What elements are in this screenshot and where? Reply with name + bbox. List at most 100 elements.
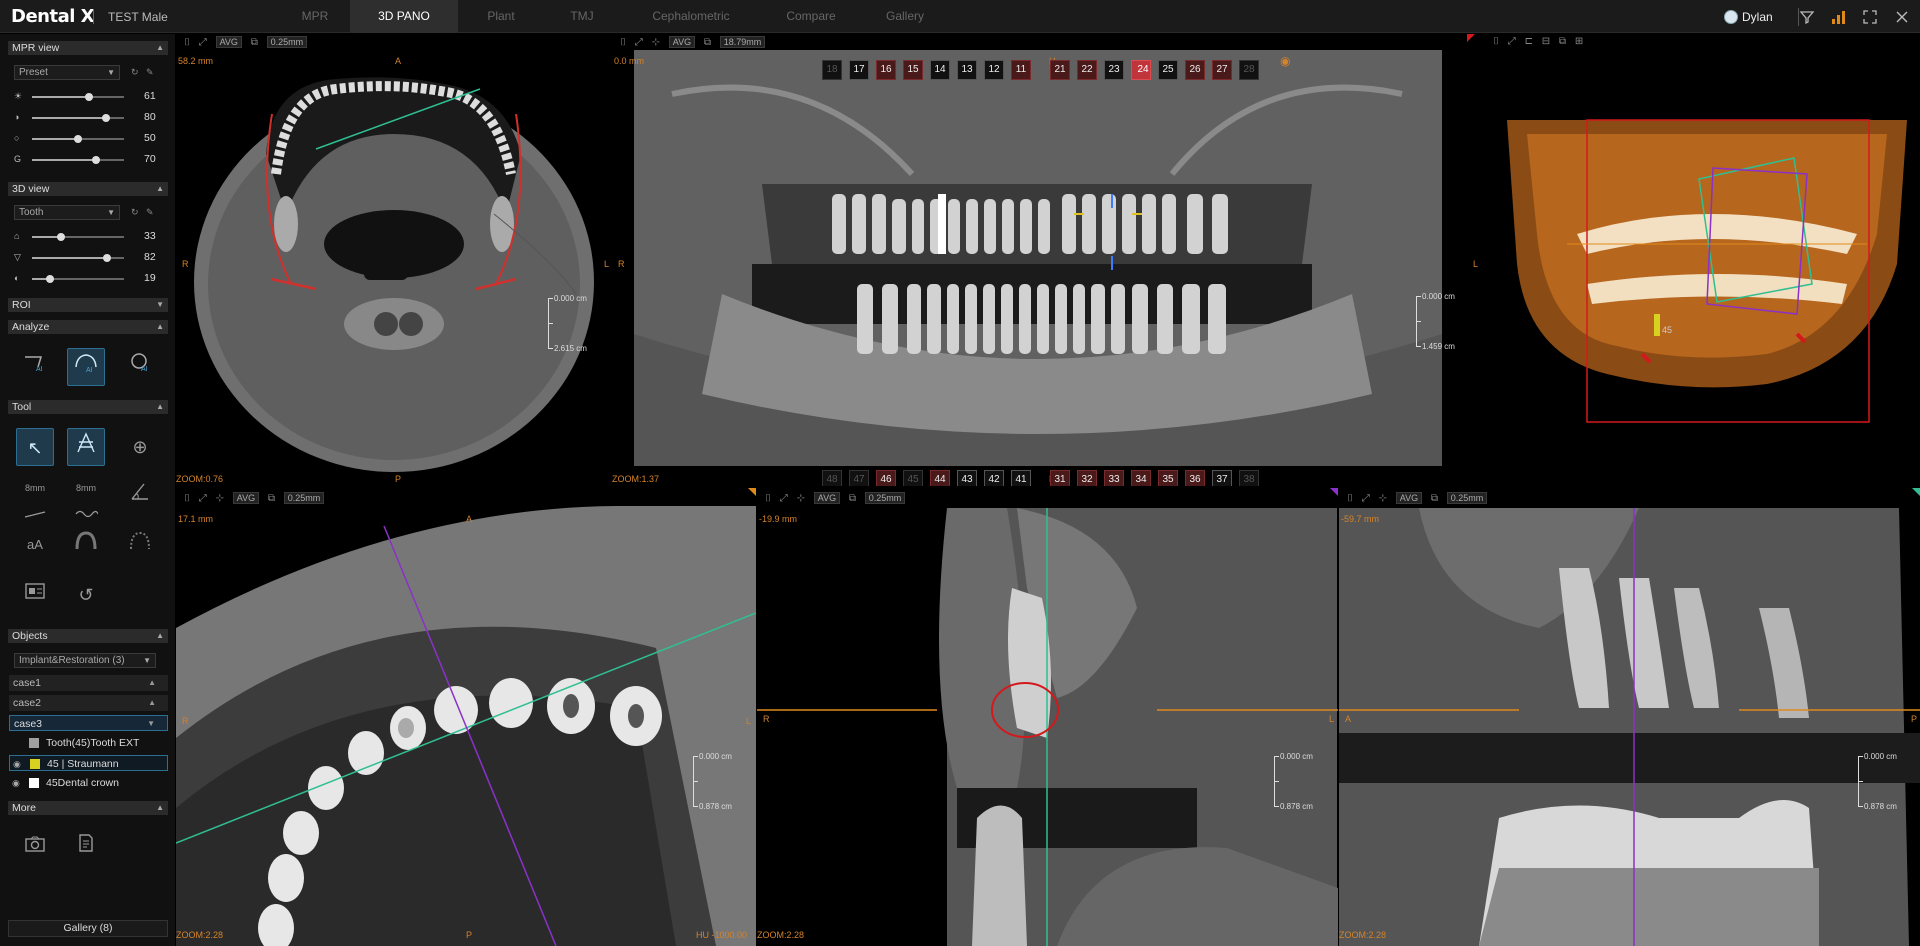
reset-icon[interactable]: ↻ (131, 207, 141, 217)
coronal-viewport[interactable]: ⌷ ⤢ ⊹ AVG ⧉ 0.25mm -59.7 mm A P ZOOM:2.2… (1339, 488, 1920, 946)
tab-compare[interactable]: Compare (772, 0, 850, 33)
eye-icon[interactable]: ◉ (12, 775, 20, 791)
tooth-button-17[interactable]: 17 (849, 60, 869, 80)
zoom-in-icon[interactable]: ⊕ (121, 428, 159, 466)
copy-icon[interactable]: ⧉ (251, 37, 258, 48)
fullscreen-icon[interactable] (1862, 9, 1878, 25)
camera-icon[interactable]: ⌷ (620, 37, 626, 48)
slider-knob[interactable] (85, 93, 94, 101)
mpr-slider-row[interactable]: ◑ 80 (14, 111, 164, 124)
expand-icon[interactable]: ⤢ (780, 493, 788, 504)
tab-plant[interactable]: Plant (468, 0, 534, 33)
thickness-select[interactable]: 0.25mm (1446, 492, 1488, 504)
slider-knob[interactable] (92, 156, 101, 164)
slider-track[interactable] (32, 275, 124, 283)
tooth-button-43[interactable]: 43 (957, 470, 977, 486)
thickness-select[interactable]: 0.25mm (266, 36, 308, 48)
collapse-caret-icon[interactable]: ▲ (156, 400, 164, 414)
crosshair-icon[interactable]: ⊹ (216, 493, 224, 504)
collapse-caret-icon[interactable]: ▲ (156, 182, 164, 196)
nerve-canal-icon[interactable] (67, 526, 105, 564)
tab-mpr[interactable]: MPR (280, 0, 350, 33)
tab-cephalometric[interactable]: Cephalometric (636, 0, 746, 33)
tab-tmj[interactable]: TMJ (550, 0, 614, 33)
close-icon[interactable] (1894, 9, 1910, 25)
roi-header[interactable]: ROI ▼ (8, 298, 168, 312)
filter-funnel-icon[interactable] (1799, 9, 1815, 25)
ai-implant-icon[interactable]: AI (16, 348, 54, 386)
tool-header[interactable]: Tool ▲ (8, 400, 168, 414)
crosshair-icon[interactable]: ⊹ (797, 493, 805, 504)
case-item[interactable]: case2 ▲ (9, 695, 168, 711)
copy-icon[interactable]: ⧉ (849, 493, 856, 504)
3d-view-header[interactable]: 3D view ▲ (8, 182, 168, 196)
ai-arch-icon[interactable]: AI (67, 348, 105, 386)
caret-up-icon[interactable]: ▲ (148, 675, 156, 691)
camera-icon[interactable] (16, 828, 54, 866)
slider-track[interactable] (32, 254, 124, 262)
gallery-button[interactable]: Gallery (8) (8, 920, 168, 937)
mpr-view-header[interactable]: MPR view ▲ (8, 41, 168, 55)
cross-section-viewport[interactable]: ⌷ ⤢ ⊹ AVG ⧉ 0.25mm -19.9 mm R L ZOOM:2.2… (757, 488, 1338, 946)
undo-reset-icon[interactable]: ↺ (67, 576, 105, 614)
crosshair-icon[interactable]: ⊹ (652, 37, 660, 48)
thickness-select[interactable]: 0.25mm (283, 492, 325, 504)
eye-icon[interactable]: ◉ (13, 756, 21, 772)
thickness-select[interactable]: 0.25mm (864, 492, 906, 504)
expand-caret-icon[interactable]: ▼ (156, 298, 164, 312)
tooth-button-28[interactable]: 28 (1239, 60, 1259, 80)
tab-3d-pano[interactable]: 3D PANO (350, 0, 458, 33)
caret-down-icon[interactable]: ▼ (147, 716, 155, 732)
crosshair-icon[interactable]: ⊹ (1379, 493, 1387, 504)
collapse-caret-icon[interactable]: ▲ (156, 629, 164, 643)
pointer-arrow-icon[interactable]: ↖ (16, 428, 54, 466)
tooth-button-27[interactable]: 27 (1212, 60, 1232, 80)
object-item[interactable]: Tooth(45)Tooth EXT (9, 735, 168, 751)
slider-track[interactable] (32, 114, 124, 122)
slider-knob[interactable] (101, 114, 110, 122)
3d-slider-row[interactable]: ⌂ 33 (14, 230, 164, 243)
expand-icon[interactable]: ⤢ (199, 37, 207, 48)
3d-slider-row[interactable]: ◐ 19 (14, 272, 164, 285)
tooth-button-22[interactable]: 22 (1077, 60, 1097, 80)
tooth-button-37[interactable]: 37 (1212, 470, 1232, 486)
tab-gallery[interactable]: Gallery (872, 0, 938, 33)
arch-outline-icon[interactable] (121, 526, 159, 564)
edit-pencil-icon[interactable]: ✎ (146, 207, 156, 217)
3d-preset-select[interactable]: Tooth ▼ (14, 205, 120, 220)
avg-select[interactable]: AVG (668, 36, 696, 48)
tooth-button-18[interactable]: 18 (822, 60, 842, 80)
tooth-button-42[interactable]: 42 (984, 470, 1004, 486)
analyze-header[interactable]: Analyze ▲ (8, 320, 168, 334)
object-item-selected[interactable]: ◉ 45 | Straumann (9, 755, 168, 771)
tooth-button-12[interactable]: 12 (984, 60, 1004, 80)
expand-icon[interactable]: ⤢ (199, 493, 207, 504)
pano-viewport[interactable]: ⌷ ⤢ ⊹ AVG ⧉ 18.79mm 0.0 mm H R F ZOOM:1.… (612, 34, 1466, 486)
avg-select[interactable]: AVG (232, 492, 260, 504)
slider-knob[interactable] (46, 275, 55, 283)
camera-icon[interactable]: ⌷ (1347, 493, 1353, 504)
slider-knob[interactable] (57, 233, 66, 241)
slider-knob[interactable] (74, 135, 82, 143)
axial-viewport[interactable]: ⌷ ⤢ AVG ⧉ 0.25mm 58.2 mm A R L P ZOOM:0.… (176, 34, 632, 486)
avg-select[interactable]: AVG (813, 492, 841, 504)
case-item-selected[interactable]: case3 ▼ (9, 715, 168, 731)
edit-pencil-icon[interactable]: ✎ (146, 67, 156, 77)
tooth-button-38[interactable]: 38 (1239, 470, 1259, 486)
length-measure-icon[interactable]: 8mm (16, 477, 54, 518)
avg-select[interactable]: AVG (215, 36, 242, 48)
collapse-caret-icon[interactable]: ▲ (156, 320, 164, 334)
mpr-slider-row[interactable]: ☀ 61 (14, 90, 164, 103)
curve-measure-icon[interactable]: 8mm (67, 477, 105, 518)
tooth-button-44[interactable]: 44 (930, 470, 950, 486)
slider-track[interactable] (32, 135, 124, 143)
3d-slider-row[interactable]: ▽ 82 (14, 251, 164, 264)
tooth-button-41[interactable]: 41 (1011, 470, 1031, 486)
tooth-button-21[interactable]: 21 (1050, 60, 1070, 80)
axial-zoom-viewport[interactable]: ⌷ ⤢ ⊹ AVG ⧉ 0.25mm 17.1 mm A R L P ZOOM:… (176, 488, 756, 946)
mpr-preset-select[interactable]: Preset ▼ (14, 65, 120, 80)
copy-icon[interactable]: ⧉ (704, 37, 711, 48)
eye-icon[interactable]: ◉ (1280, 54, 1294, 68)
collapse-caret-icon[interactable]: ▲ (156, 801, 164, 815)
text-annotation-icon[interactable]: aA (16, 526, 54, 564)
